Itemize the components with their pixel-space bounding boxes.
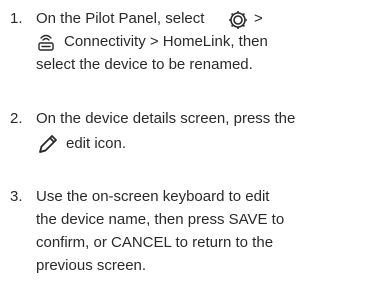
step-text: Use the on-screen keyboard to edit bbox=[36, 188, 270, 205]
step-text: On the Pilot Panel, select bbox=[36, 10, 205, 27]
instruction-steps: 1. On the Pilot Panel, select > Connecti… bbox=[0, 0, 365, 287]
step-text: confirm, or CANCEL to return to the bbox=[36, 234, 274, 251]
step-text: select the device to be renamed. bbox=[36, 56, 253, 73]
connectivity-icon bbox=[38, 34, 54, 51]
pencil-icon bbox=[39, 135, 57, 153]
step-text: Connectivity > HomeLink, then bbox=[64, 33, 268, 50]
step-number: 1. bbox=[10, 10, 23, 27]
step-text: edit icon. bbox=[66, 135, 127, 152]
gear-icon bbox=[229, 11, 247, 29]
step-text: On the device details screen, press the bbox=[36, 110, 296, 127]
step-text-suffix: > bbox=[254, 10, 263, 27]
step-number: 2. bbox=[10, 110, 23, 127]
step-text: previous screen. bbox=[36, 257, 147, 274]
step-text: the device name, then press SAVE to bbox=[36, 211, 285, 228]
step-number: 3. bbox=[10, 188, 23, 205]
